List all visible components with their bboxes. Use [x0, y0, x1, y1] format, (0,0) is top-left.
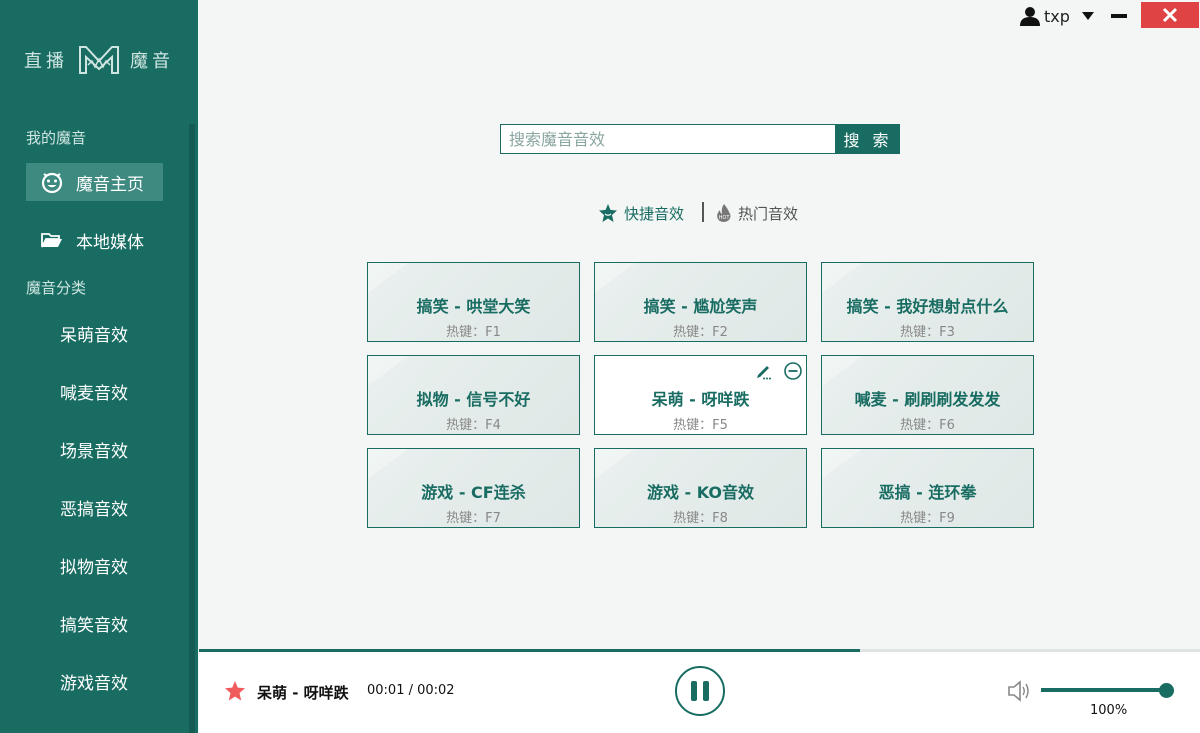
chevron-down-icon — [1081, 12, 1094, 20]
sound-card-4[interactable]: 拟物 - 信号不好 热键：F4 — [367, 355, 580, 435]
category-item[interactable]: 恶搞音效 — [60, 495, 128, 520]
nav-item-label: 魔音主页 — [76, 174, 144, 195]
folder-open-icon — [40, 228, 64, 252]
nav-item-local-media[interactable]: 本地媒体 — [26, 221, 163, 259]
now-playing-time: 00:01 / 00:02 — [367, 683, 455, 698]
sound-card-6[interactable]: 喊麦 - 刷刷刷发发发 热键：F6 — [821, 355, 1034, 435]
remove-icon[interactable] — [783, 361, 803, 381]
category-item[interactable]: 喊麦音效 — [60, 379, 128, 404]
username: txp — [1044, 6, 1070, 26]
pause-button[interactable] — [675, 666, 725, 716]
card-hotkey: 热键：F1 — [446, 325, 501, 340]
app-logo: 直播 魔音 — [0, 38, 198, 82]
nav-item-home[interactable]: 魔音主页 — [26, 163, 163, 201]
card-hotkey: 热键：F2 — [673, 325, 728, 340]
card-hotkey: 热键：F4 — [446, 418, 501, 433]
pause-bar — [703, 681, 709, 701]
minimize-icon — [1111, 14, 1127, 18]
svg-text:HOT: HOT — [719, 215, 731, 221]
card-title: 拟物 - 信号不好 — [416, 390, 531, 409]
nav-item-label: 本地媒体 — [76, 232, 144, 253]
sound-card-5[interactable]: 呆萌 - 呀咩跌 热键：F5 — [594, 355, 807, 435]
card-title: 游戏 - KO音效 — [646, 483, 755, 502]
tab-label: 快捷音效 — [624, 204, 685, 223]
card-title: 游戏 - CF连杀 — [421, 483, 526, 502]
search-input[interactable] — [500, 124, 836, 154]
pause-bar — [691, 681, 697, 701]
card-title: 恶搞 - 连环拳 — [878, 483, 977, 502]
card-title: 搞笑 - 哄堂大笑 — [416, 297, 531, 316]
edit-icon[interactable] — [755, 362, 773, 380]
sound-card-9[interactable]: 恶搞 - 连环拳 热键：F9 — [821, 448, 1034, 528]
sound-card-7[interactable]: 游戏 - CF连杀 热键：F7 — [367, 448, 580, 528]
sound-card-1[interactable]: 搞笑 - 哄堂大笑 热键：F1 — [367, 262, 580, 342]
card-hotkey: 热键：F3 — [900, 325, 955, 340]
logo-text-left: 直播 — [24, 51, 68, 72]
card-hotkey: 热键：F7 — [446, 511, 501, 526]
sound-card-3[interactable]: 搞笑 - 我好想射点什么 热键：F3 — [821, 262, 1034, 342]
card-hotkey: 热键：F8 — [673, 511, 728, 526]
category-item[interactable]: 呆萌音效 — [60, 321, 128, 346]
now-playing-title: 呆萌 - 呀咩跌 — [257, 684, 349, 702]
tab-label: 热门音效 — [738, 204, 799, 223]
card-hotkey: 热键：F9 — [900, 511, 955, 526]
star-badge-icon — [599, 204, 617, 222]
volume-slider-handle[interactable] — [1159, 683, 1174, 698]
card-title: 喊麦 - 刷刷刷发发发 — [854, 390, 1001, 409]
card-title: 搞笑 - 尴尬笑声 — [643, 297, 758, 316]
minimize-button[interactable] — [1104, 6, 1134, 26]
card-title: 搞笑 - 我好想射点什么 — [846, 297, 1009, 316]
hot-flame-icon: HOT — [717, 204, 731, 222]
my-section-title: 我的魔音 — [26, 129, 87, 147]
card-hotkey: 热键：F5 — [673, 418, 728, 433]
category-item[interactable]: 拟物音效 — [60, 553, 128, 578]
sidebar-scrollbar[interactable] — [189, 124, 195, 733]
sidebar: 直播 魔音 我的魔音 魔音主页 本地媒体 魔音分类 呆萌音效 喊麦音效 场景音效… — [0, 0, 198, 733]
category-item[interactable]: 游戏音效 — [60, 669, 128, 694]
tab-divider — [702, 202, 704, 222]
card-title: 呆萌 - 呀咩跌 — [651, 390, 750, 409]
category-section-title: 魔音分类 — [26, 279, 87, 297]
volume-icon[interactable] — [1007, 680, 1031, 702]
tab-hot-sounds[interactable]: HOT 热门音效 — [716, 202, 798, 224]
category-item[interactable]: 搞笑音效 — [60, 611, 128, 636]
user-icon — [1020, 7, 1040, 26]
volume-slider[interactable] — [1041, 688, 1167, 692]
face-icon — [40, 170, 64, 194]
logo-mark-icon — [79, 46, 119, 74]
sound-card-8[interactable]: 游戏 - KO音效 热键：F8 — [594, 448, 807, 528]
logo-text-right: 魔音 — [130, 51, 174, 72]
card-hotkey: 热键：F6 — [900, 418, 955, 433]
volume-slider-fill — [1041, 688, 1167, 692]
favorite-star-icon[interactable] — [224, 680, 246, 702]
sound-card-2[interactable]: 搞笑 - 尴尬笑声 热键：F2 — [594, 262, 807, 342]
user-menu[interactable]: txp — [1020, 4, 1094, 28]
category-item[interactable]: 场景音效 — [60, 437, 128, 462]
tab-quick-sounds[interactable]: 快捷音效 — [598, 202, 684, 224]
close-button[interactable] — [1141, 2, 1199, 28]
volume-value: 100% — [1090, 703, 1128, 718]
search-button[interactable]: 搜 索 — [836, 124, 900, 154]
close-icon — [1162, 7, 1178, 23]
